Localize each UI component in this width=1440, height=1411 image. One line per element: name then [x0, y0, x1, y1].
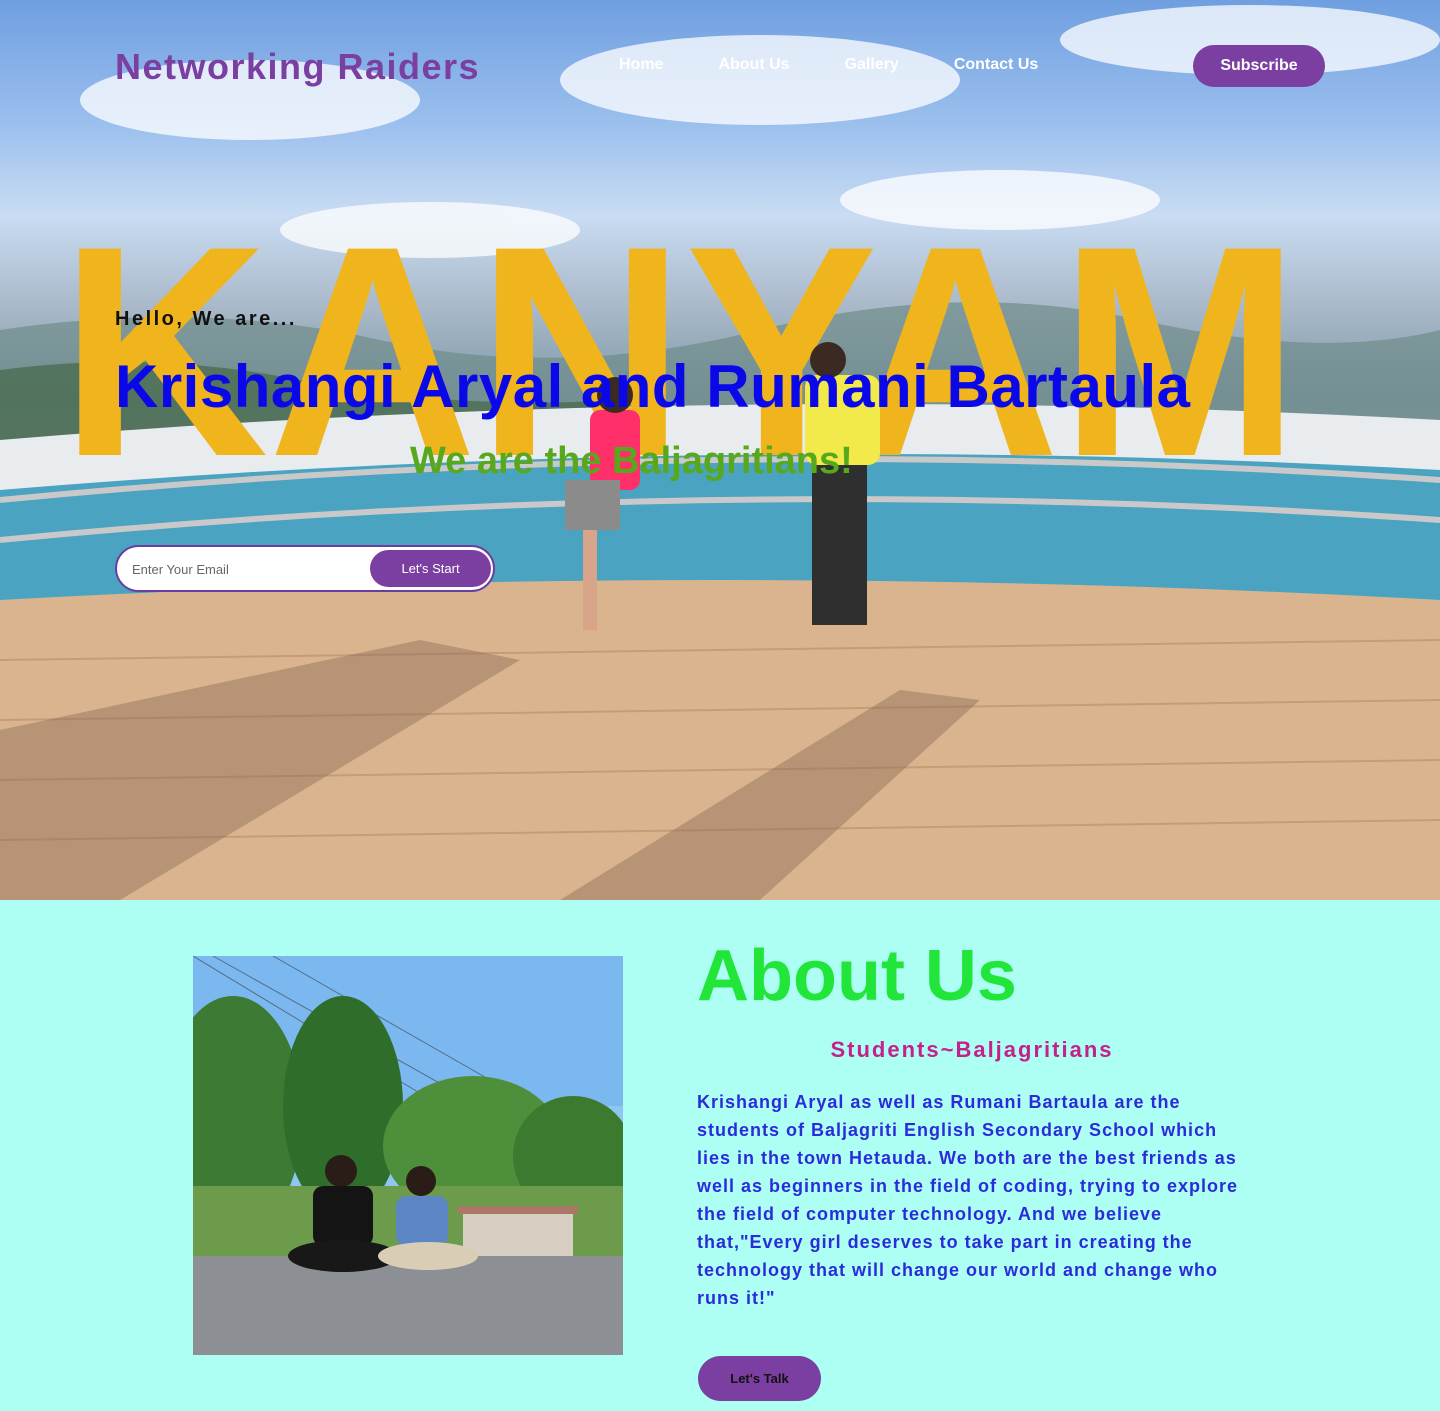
- main-nav: Home About Us Gallery Contact Us: [619, 56, 1093, 74]
- nav-contact-us[interactable]: Contact Us: [954, 56, 1038, 74]
- email-signup-form: Let's Start: [115, 545, 495, 592]
- hero-tagline: We are the Baljagritians!: [410, 440, 853, 482]
- about-title: About Us: [697, 936, 1017, 1016]
- about-description: Krishangi Aryal as well as Rumani Bartau…: [697, 1092, 1239, 1308]
- email-input[interactable]: [132, 559, 362, 579]
- hero-names-heading: Krishangi Aryal and Rumani Bartaula: [115, 353, 1191, 420]
- nav-about-us[interactable]: About Us: [718, 56, 789, 74]
- brand-logo[interactable]: Networking Raiders: [115, 46, 480, 88]
- hero-section: KANYAM Networking Raiders Home About Us …: [0, 0, 1440, 900]
- about-photo: [193, 956, 623, 1355]
- nav-gallery[interactable]: Gallery: [845, 56, 899, 74]
- nav-home[interactable]: Home: [619, 56, 663, 74]
- lets-start-button[interactable]: Let's Start: [370, 550, 491, 587]
- lets-talk-button[interactable]: Let's Talk: [698, 1356, 821, 1401]
- subscribe-button[interactable]: Subscribe: [1193, 45, 1325, 87]
- hero-greeting: Hello, We are...: [115, 308, 297, 330]
- about-subtitle: Students~Baljagritians: [830, 1037, 1114, 1062]
